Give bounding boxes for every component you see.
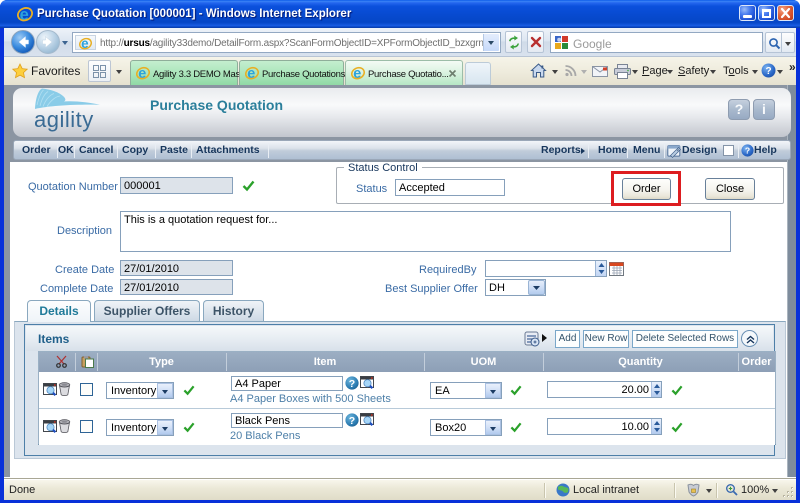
- svg-text:?: ?: [765, 66, 771, 77]
- svg-text:?: ?: [745, 146, 750, 156]
